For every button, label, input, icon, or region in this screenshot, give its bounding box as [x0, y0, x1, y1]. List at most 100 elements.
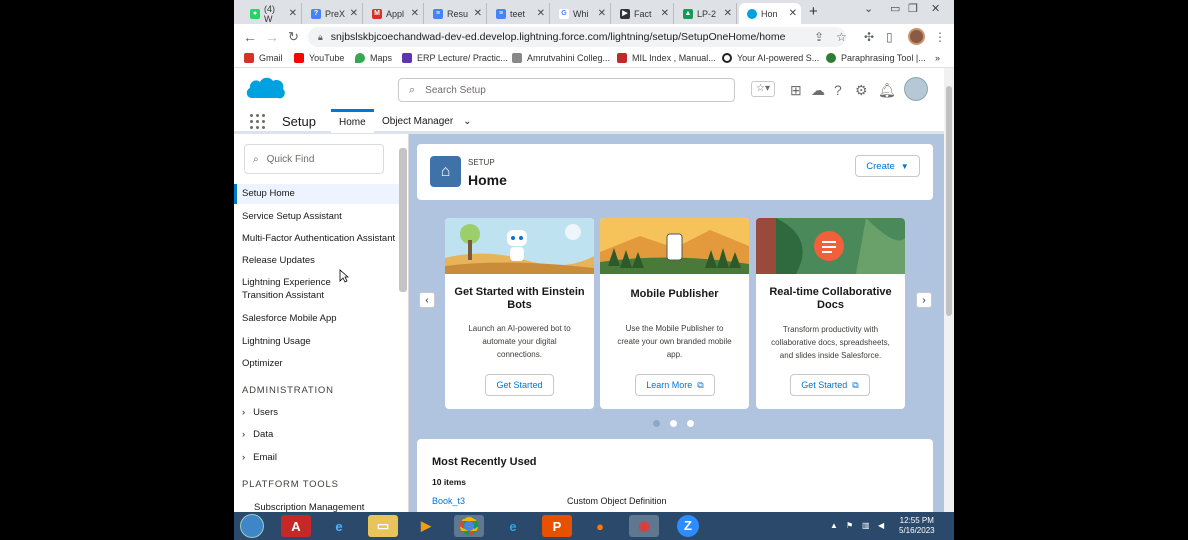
sidebar-item-subscription[interactable]: Subscription Management [254, 502, 364, 512]
internet-explorer-icon[interactable]: e [324, 515, 354, 537]
browser-tab-active[interactable]: Hon ✕ [739, 3, 801, 24]
bookmark-paraphrasing[interactable]: Paraphrasing Tool |... [826, 53, 926, 63]
sidebar-scrollbar[interactable] [399, 148, 407, 292]
bookmark-mil[interactable]: MIL Index , Manual... [617, 53, 716, 63]
sidebar-item-lightning-usage[interactable]: Lightning Usage [234, 335, 399, 348]
carousel-dot[interactable] [653, 420, 660, 427]
tab-close-icon[interactable]: ✕ [789, 8, 797, 19]
star-icon[interactable]: ☆ [836, 30, 847, 44]
gear-icon[interactable]: ⚙ [855, 82, 868, 99]
sidebar-item-service-setup[interactable]: Service Setup Assistant [234, 210, 399, 223]
sidebar-item-mfa-assistant[interactable]: Multi-Factor Authentication Assistant [234, 232, 399, 245]
bookmark-youtube[interactable]: YouTube [294, 53, 344, 63]
get-started-button[interactable]: Get Started [485, 374, 554, 396]
tab-close-icon[interactable]: ✕ [661, 8, 669, 19]
get-started-button[interactable]: Get Started ⧉ [790, 374, 870, 396]
browser-tab[interactable]: M Appl ✕ [364, 3, 424, 24]
browser-tab[interactable]: ▶ Fact ✕ [612, 3, 674, 24]
extensions-icon[interactable]: ✣ [864, 30, 874, 44]
drive-icon: ▲ [683, 8, 693, 19]
close-window-button[interactable]: ✕ [931, 2, 940, 15]
more-bookmarks-icon[interactable]: » [935, 53, 940, 63]
sidebar-tree-data[interactable]: › Data [242, 429, 273, 440]
browser-tab[interactable]: G Whi ✕ [551, 3, 611, 24]
edge-icon[interactable]: e [498, 515, 528, 537]
salesforce-logo[interactable] [244, 74, 286, 103]
system-clock[interactable]: 12:55 PM 5/16/2023 [899, 516, 935, 536]
create-button[interactable]: Create ▼ [855, 155, 920, 177]
tab-close-icon[interactable]: ✕ [474, 8, 482, 19]
global-actions-icon[interactable]: ⊞ [790, 82, 802, 99]
notifications-bell-icon[interactable]: 🔔︎ [878, 82, 896, 99]
app-launcher-icon[interactable] [250, 114, 265, 129]
back-icon[interactable]: ← [243, 29, 257, 45]
forward-icon[interactable]: → [265, 29, 279, 45]
card-einstein-bots: Get Started with Einstein Bots Launch an… [445, 218, 594, 409]
sidebar-tree-email[interactable]: › Email [242, 452, 277, 463]
browser-tab[interactable]: ? PreX ✕ [303, 3, 363, 24]
tab-object-manager[interactable]: Object Manager ⌄ [374, 109, 480, 133]
profile-avatar[interactable] [908, 28, 925, 45]
firefox-icon[interactable]: ● [585, 515, 615, 537]
carousel-next-button[interactable]: › [916, 292, 932, 308]
tab-close-icon[interactable]: ✕ [289, 8, 297, 19]
file-explorer-icon[interactable]: ▭ [368, 515, 398, 537]
powerpoint-icon[interactable]: P [542, 515, 572, 537]
tab-close-icon[interactable]: ✕ [350, 8, 358, 19]
mru-item-link[interactable]: Book_t3 [432, 496, 465, 506]
chevron-down-icon[interactable]: ⌄ [864, 2, 873, 15]
tab-close-icon[interactable]: ✕ [411, 8, 419, 19]
sidebar-item-optimizer[interactable]: Optimizer [234, 357, 399, 370]
quick-find-input[interactable]: ⌕ Quick Find [244, 144, 384, 174]
address-bar[interactable]: 🔒︎ snjbslskbjcoechandwad-dev-ed.develop.… [308, 27, 846, 47]
sidebar-item-mobile-app[interactable]: Salesforce Mobile App [234, 312, 399, 325]
carousel-dot[interactable] [670, 420, 677, 427]
zoom-icon[interactable]: Z [673, 515, 703, 537]
browser-tab[interactable]: ▲ LP-2 ✕ [675, 3, 737, 24]
browser-tab[interactable]: ≡ teet ✕ [488, 3, 550, 24]
learn-more-button[interactable]: Learn More ⧉ [635, 374, 715, 396]
chrome-icon[interactable] [454, 515, 484, 537]
browser-tab[interactable]: ≡ Resu ✕ [425, 3, 487, 24]
tray-flag-icon[interactable]: ⚑ [846, 521, 853, 530]
question-icon: ? [311, 8, 321, 19]
restore-button[interactable]: ❐ [908, 2, 918, 15]
tab-close-icon[interactable]: ✕ [598, 8, 606, 19]
minimize-button[interactable]: ▭ [890, 2, 900, 15]
help-icon[interactable]: ? [834, 82, 842, 98]
sidebar-item-setup-home[interactable]: Setup Home [234, 184, 399, 204]
scrollbar-thumb[interactable] [946, 86, 952, 316]
start-button[interactable] [240, 514, 264, 538]
media-player-icon[interactable]: ▶ [411, 515, 441, 537]
screen-recorder-icon[interactable]: ◉ [629, 515, 659, 537]
bookmark-maps[interactable]: Maps [355, 53, 392, 63]
favorites-star-icon[interactable]: ☆▾ [751, 81, 775, 97]
page-scrollbar[interactable] [944, 68, 954, 512]
share-icon[interactable]: ⇪ [814, 30, 824, 44]
sidebar-item-lightning-transition[interactable]: Lightning Experience Transition Assistan… [234, 276, 374, 302]
carousel-dot[interactable] [687, 420, 694, 427]
bookmark-gmail[interactable]: Gmail [244, 53, 283, 63]
acrobat-icon[interactable]: A [281, 515, 311, 537]
tab-close-icon[interactable]: ✕ [537, 8, 545, 19]
sidebar-item-release-updates[interactable]: Release Updates [234, 254, 399, 267]
bookmark-ai[interactable]: Your AI-powered S... [722, 53, 819, 63]
menu-icon[interactable]: ⋮ [934, 30, 946, 44]
tab-close-icon[interactable]: ✕ [724, 8, 732, 19]
bookmark-erp[interactable]: ERP Lecture/ Practic... [402, 53, 508, 63]
tray-volume-icon[interactable]: ◀ [878, 521, 884, 530]
carousel-prev-button[interactable]: ‹ [419, 292, 435, 308]
tray-network-icon[interactable]: ▥ [862, 521, 870, 530]
user-avatar[interactable] [904, 77, 928, 101]
reload-icon[interactable]: ↻ [288, 29, 299, 45]
search-setup-input[interactable]: ⌕ Search Setup [398, 78, 735, 102]
new-tab-button[interactable]: + [809, 3, 818, 20]
tab-home[interactable]: Home [331, 109, 374, 133]
page-context-label: SETUP [468, 158, 495, 167]
tray-expand-icon[interactable]: ▲ [830, 521, 838, 530]
bookmark-amrutvahini[interactable]: Amrutvahini Colleg... [512, 53, 610, 63]
sidepanel-icon[interactable]: ▯ [886, 30, 893, 44]
sidebar-tree-users[interactable]: › Users [242, 407, 278, 418]
browser-tab[interactable]: ● (4) W ✕ [242, 3, 302, 24]
trailhead-icon[interactable]: ☁ [811, 82, 825, 99]
